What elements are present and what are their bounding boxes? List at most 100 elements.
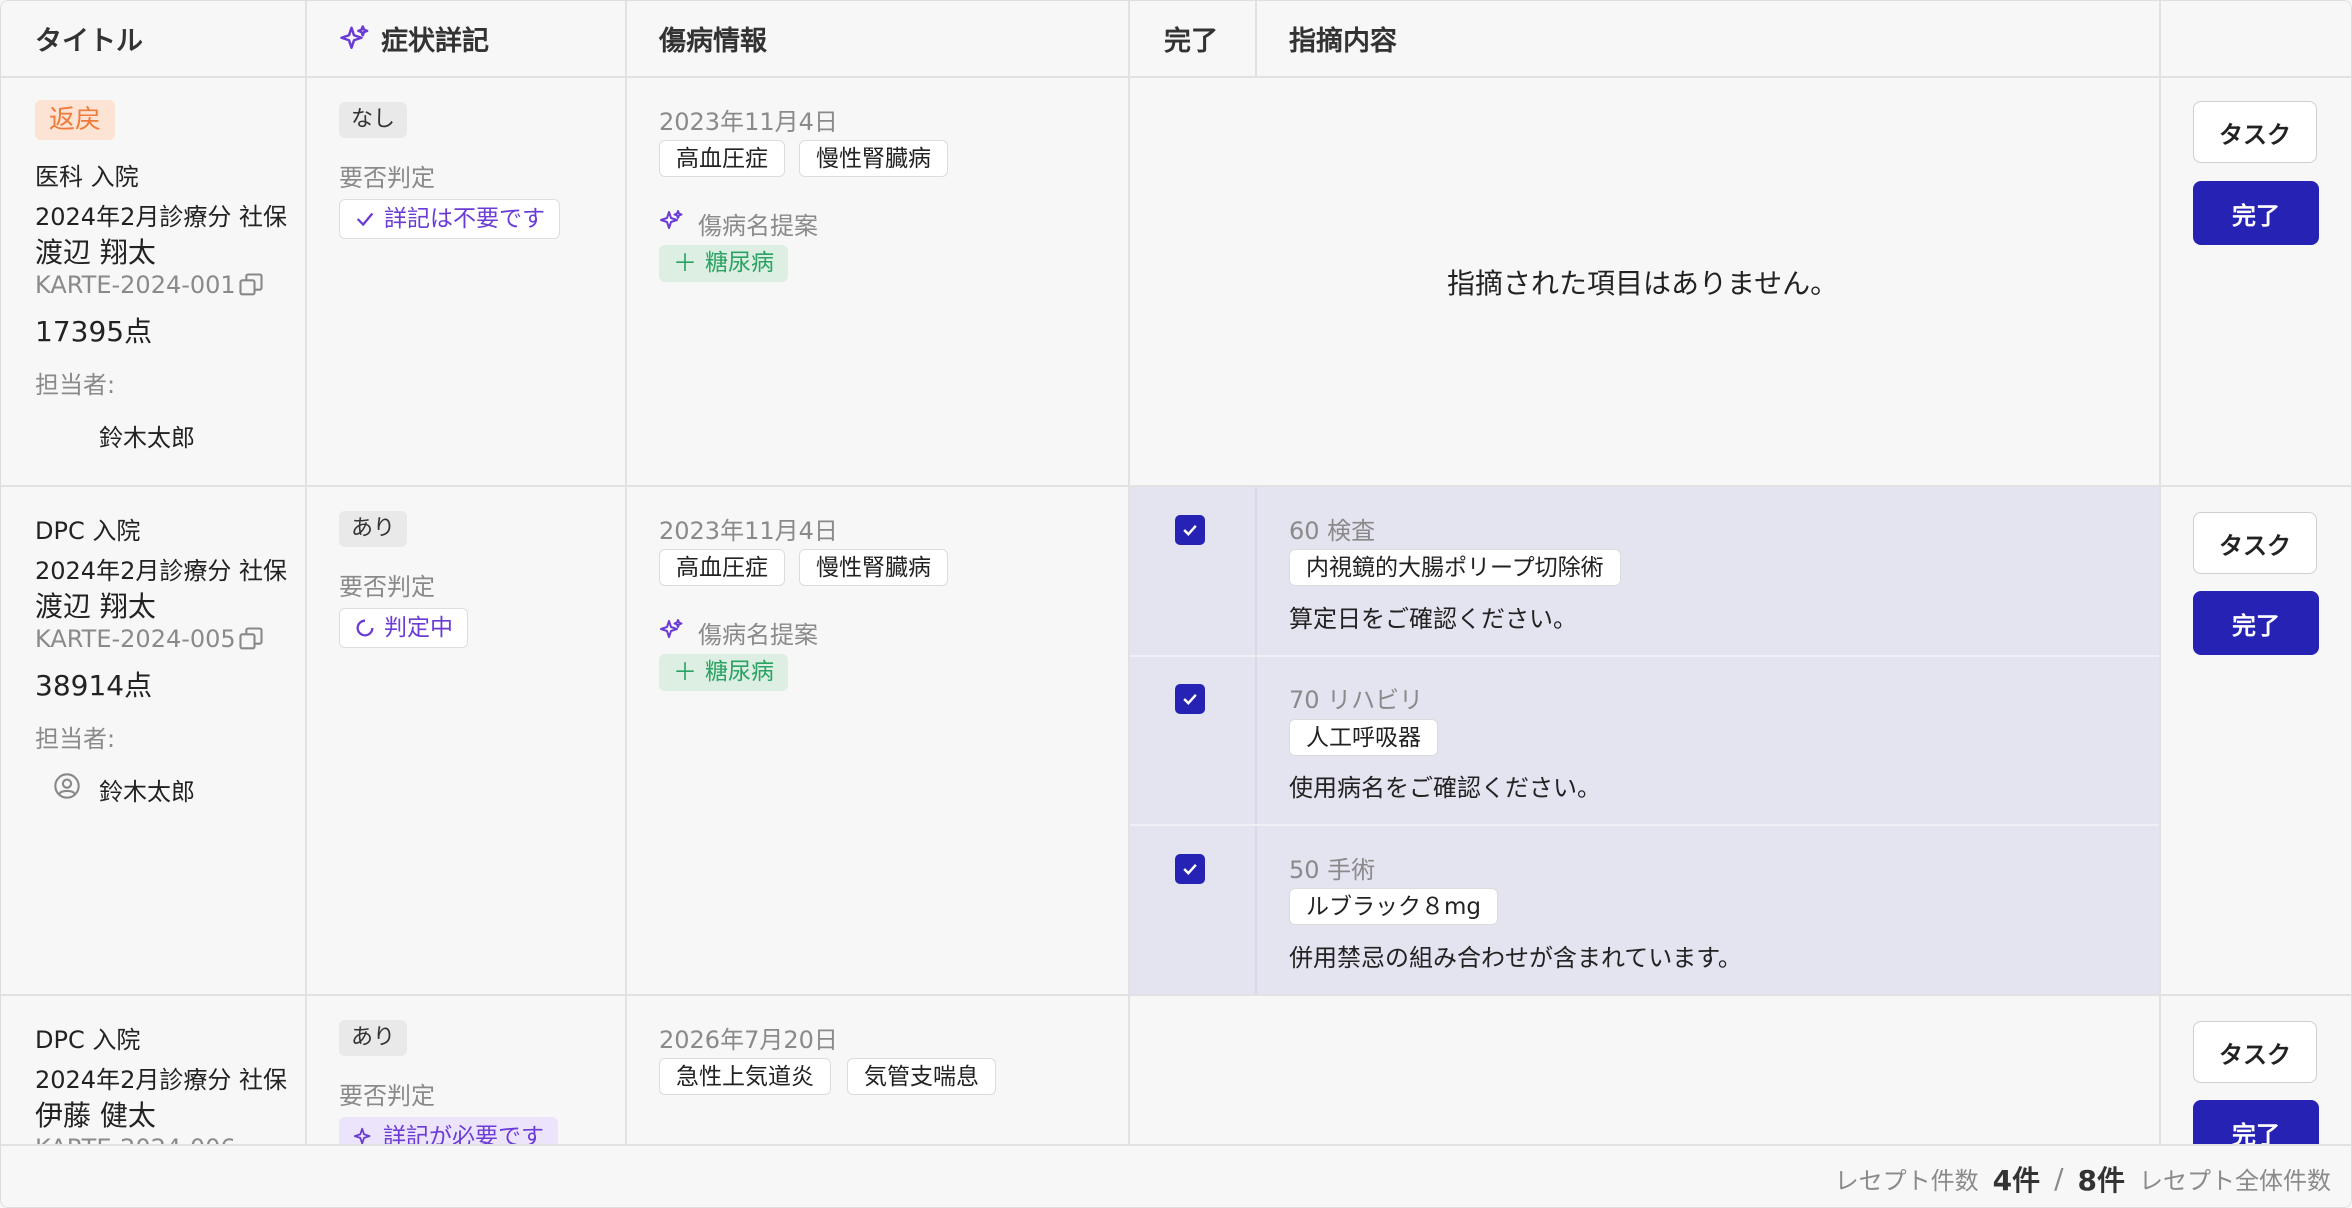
issue-item-tag: 内視鏡的大腸ポリープ切除術 [1289, 549, 1621, 586]
issue-divider [1130, 824, 2159, 826]
suggestion-label: 傷病名提案 [698, 212, 818, 240]
table-footer: レセプト件数 4件 / 8件 レセプト全体件数 [1, 1144, 2351, 1207]
header-done[interactable]: 完了 [1128, 1, 1255, 76]
column-divider [1255, 1, 1257, 76]
diagnosis-date: 2026年7月20日 [659, 1026, 838, 1054]
copy-icon[interactable] [237, 271, 265, 303]
assignee-name[interactable]: 鈴木太郎 [99, 772, 195, 807]
patient-name: 渡辺 翔太 [35, 590, 156, 623]
suggestion-label: 傷病名提案 [698, 621, 818, 649]
header-disease-info-label: 傷病情報 [659, 26, 767, 57]
receipt-table: タイトル 症状詳記 傷病情報 完了 指摘内容 返戻 医科 入院 2024年2月診… [0, 0, 2352, 1208]
done-button[interactable]: 完了 [2193, 591, 2319, 655]
disease-tag: 高血圧症 [659, 549, 785, 586]
suggestion-text: 糖尿病 [705, 659, 774, 685]
plus-icon: ＋ [673, 658, 697, 686]
receipt-count-label: レセプト件数 [1834, 1167, 1979, 1195]
disease-tag: 気管支喘息 [847, 1058, 996, 1095]
header-symptom-detail[interactable]: 症状詳記 [305, 1, 625, 76]
claim-period: 2024年2月診療分 社保 [35, 1066, 287, 1094]
table-row: 返戻 医科 入院 2024年2月診療分 社保 渡辺 翔太 KARTE-2024-… [1, 78, 2351, 487]
copy-icon[interactable] [237, 625, 265, 657]
suggestion-text: 糖尿病 [705, 250, 774, 276]
sparkle-icon [659, 209, 683, 237]
issue-checkbox[interactable] [1175, 684, 1205, 714]
issue-item-tag: 人工呼吸器 [1289, 719, 1438, 756]
table-header: タイトル 症状詳記 傷病情報 完了 指摘内容 [1, 1, 2351, 78]
claim-category: DPC 入院 [35, 517, 141, 545]
disease-tag: 高血圧症 [659, 140, 785, 177]
check-icon [354, 208, 376, 230]
issue-category: 50 手術 [1289, 856, 1376, 884]
karte-id: KARTE-2024-001 [35, 271, 236, 299]
header-disease-info[interactable]: 傷病情報 [625, 1, 1128, 76]
issue-message: 算定日をご確認ください。 [1289, 605, 1577, 633]
header-indications-label: 指摘内容 [1289, 26, 1397, 57]
receipt-count: 4件 [1992, 1163, 2041, 1197]
task-button[interactable]: タスク [2193, 101, 2317, 163]
done-button[interactable]: 完了 [2193, 181, 2319, 245]
claim-period: 2024年2月診療分 社保 [35, 557, 287, 585]
sparkle-icon [339, 24, 369, 54]
issue-message: 使用病名をご確認ください。 [1289, 774, 1601, 802]
column-divider [1255, 487, 1257, 994]
issue-message: 併用禁忌の組み合わせが含まれています。 [1289, 944, 1742, 972]
judgement-status: 判定中 [339, 608, 468, 648]
table-row: DPC 入院 2024年2月診療分 社保 伊藤 健太 KARTE-2024-00… [1, 996, 2351, 1144]
disease-tag: 急性上気道炎 [659, 1058, 831, 1095]
header-indications[interactable]: 指摘内容 [1255, 1, 2159, 76]
diagnosis-date: 2023年11月4日 [659, 517, 838, 545]
assignee-label: 担当者: [35, 725, 116, 753]
judgement-text: 詳記は不要です [384, 206, 545, 232]
sparkle-icon [353, 1126, 375, 1144]
header-title[interactable]: タイトル [1, 1, 305, 76]
assignee-label: 担当者: [35, 371, 116, 399]
task-button[interactable]: タスク [2193, 512, 2317, 574]
judgement-status: 詳記が必要です [339, 1117, 558, 1144]
detail-required-badge: あり [339, 1020, 408, 1056]
points: 17395点 [35, 315, 153, 348]
count-separator: / [2054, 1162, 2064, 1195]
total-count-label: レセプト全体件数 [2139, 1167, 2331, 1195]
assignee-name[interactable]: 鈴木太郎 [99, 418, 195, 453]
suggestion-tag[interactable]: ＋ 糖尿病 [659, 245, 788, 282]
karte-id: KARTE-2024-005 [35, 625, 236, 653]
header-symptom-detail-label: 症状詳記 [381, 26, 489, 57]
judgement-text: 詳記が必要です [383, 1124, 544, 1144]
task-button[interactable]: タスク [2193, 1021, 2317, 1083]
judgement-status: 詳記は不要です [339, 199, 560, 239]
done-button[interactable]: 完了 [2193, 1100, 2319, 1144]
issue-item-tag: ルブラック８mg [1289, 888, 1499, 925]
disease-tag: 慢性腎臓病 [799, 140, 948, 177]
issue-category: 60 検査 [1289, 517, 1376, 545]
header-done-label: 完了 [1164, 26, 1218, 57]
claim-period: 2024年2月診療分 社保 [35, 203, 287, 231]
user-icon [53, 772, 81, 804]
claim-category: DPC 入院 [35, 1026, 141, 1054]
judgement-text: 判定中 [384, 615, 453, 641]
suggestion-tag[interactable]: ＋ 糖尿病 [659, 654, 788, 691]
total-count: 8件 [2077, 1163, 2125, 1197]
diagnosis-date: 2023年11月4日 [659, 108, 838, 136]
patient-name: 渡辺 翔太 [35, 236, 156, 269]
receipt-counter: レセプト件数 4件 / 8件 レセプト全体件数 [1834, 1146, 2331, 1207]
points: 38914点 [35, 669, 153, 702]
no-issues-message: 指摘された項目はありません。 [1447, 267, 1839, 300]
issues-panel [1130, 487, 2159, 994]
judgement-label: 要否判定 [339, 164, 435, 192]
issue-category: 70 リハビリ [1289, 686, 1424, 714]
detail-required-badge: なし [339, 102, 408, 138]
issue-divider [1130, 655, 2159, 657]
header-title-label: タイトル [35, 26, 143, 57]
table-row: DPC 入院 2024年2月診療分 社保 渡辺 翔太 KARTE-2024-00… [1, 487, 2351, 996]
status-badge: 返戻 [35, 100, 116, 140]
plus-icon: ＋ [673, 249, 697, 277]
patient-name: 伊藤 健太 [35, 1099, 156, 1132]
disease-tag: 慢性腎臓病 [799, 549, 948, 586]
judgement-label: 要否判定 [339, 573, 435, 601]
sparkle-icon [659, 618, 683, 646]
karte-id: KARTE-2024-006 [35, 1134, 236, 1144]
detail-required-badge: あり [339, 511, 408, 547]
issue-checkbox[interactable] [1175, 854, 1205, 884]
issue-checkbox[interactable] [1175, 515, 1205, 545]
